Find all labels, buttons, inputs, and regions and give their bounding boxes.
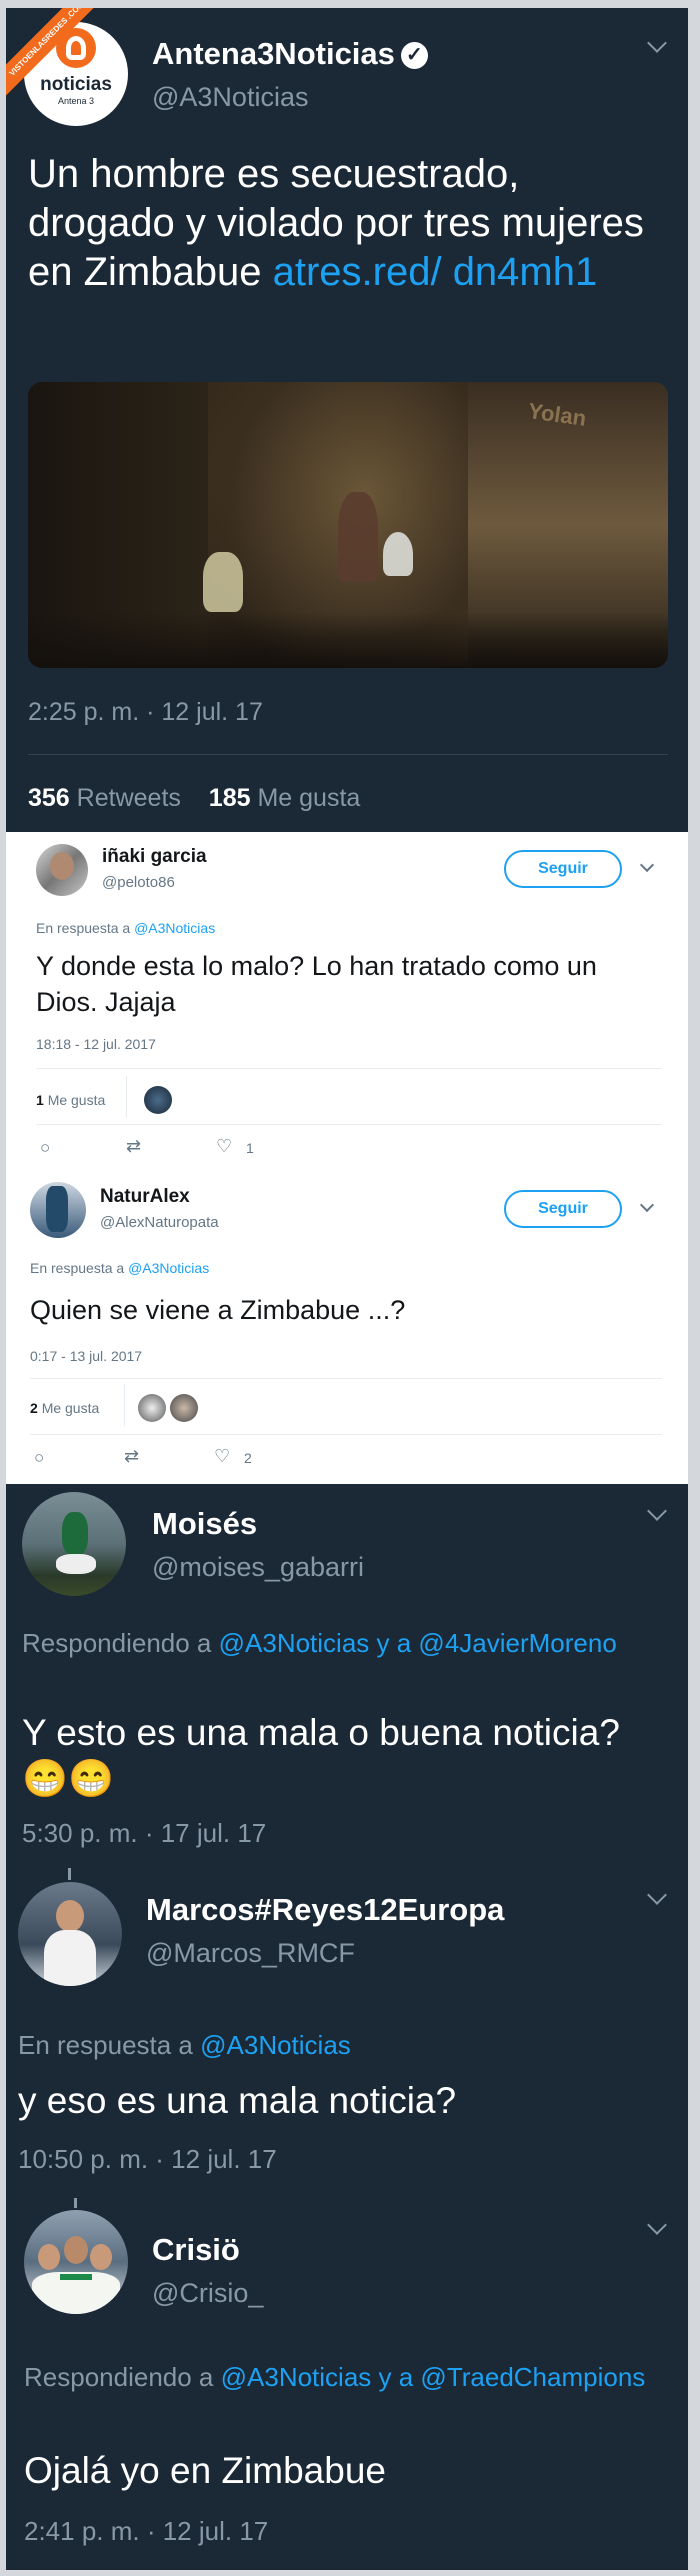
chevron-down-icon[interactable] bbox=[639, 1197, 655, 1213]
chevron-down-icon[interactable] bbox=[647, 33, 667, 53]
retweets-label[interactable]: Retweets bbox=[77, 784, 181, 812]
avatar-marcos[interactable] bbox=[18, 1882, 122, 1986]
liker-avatar[interactable] bbox=[144, 1086, 172, 1114]
avatar-inaki[interactable] bbox=[36, 844, 88, 896]
divider bbox=[36, 1068, 662, 1069]
reply4-name[interactable]: Marcos#Reyes12Europa bbox=[146, 1892, 504, 1928]
verified-icon: ✓ bbox=[400, 42, 428, 70]
tweet-timestamp[interactable]: 2:25 p. m. · 12 jul. 17 bbox=[28, 698, 263, 727]
tweet-link[interactable]: atres.red/ dn4mh1 bbox=[273, 250, 598, 294]
chevron-down-icon[interactable] bbox=[647, 1885, 667, 1905]
retweet-icon[interactable]: ⇄ bbox=[126, 1136, 141, 1157]
avatar-naturalex[interactable] bbox=[30, 1182, 86, 1238]
thread-line bbox=[68, 1868, 71, 1880]
likes-label[interactable]: Me gusta bbox=[257, 784, 360, 812]
retweet-icon[interactable]: ⇄ bbox=[124, 1446, 139, 1467]
reply3-text: Y esto es una mala o buena noticia? 😁😁 bbox=[22, 1712, 620, 1799]
reply2-text: Quien se viene a Zimbabue ...? bbox=[30, 1295, 406, 1325]
divider bbox=[28, 754, 668, 755]
reply2-name[interactable]: NaturAlex bbox=[100, 1186, 190, 1208]
reply2-like-count: 2 bbox=[244, 1450, 252, 1466]
follow-button[interactable]: Seguir bbox=[504, 850, 622, 888]
thread-line bbox=[74, 2198, 77, 2208]
follow-button[interactable]: Seguir bbox=[504, 1190, 622, 1228]
reply1-name[interactable]: iñaki garcia bbox=[102, 846, 207, 868]
reply5: Crisiö @Crisio_ Respondiendo a @A3Notici… bbox=[6, 2198, 688, 2570]
reply5-text: Ojalá yo en Zimbabue bbox=[24, 2450, 386, 2491]
like-icon[interactable]: ♡ bbox=[216, 1136, 232, 1157]
reply4-handle[interactable]: @Marcos_RMCF bbox=[146, 1938, 355, 1969]
avatar-sublabel: Antena 3 bbox=[57, 96, 95, 106]
engagement-stats: 356 Retweets 185 Me gusta bbox=[28, 784, 360, 813]
avatar-label: noticias bbox=[40, 74, 112, 95]
reply1-like-count: 1 bbox=[246, 1140, 254, 1156]
reply2-in-reply-to: En respuesta a @A3Noticias bbox=[30, 1260, 210, 1276]
reply1-handle[interactable]: @peloto86 bbox=[102, 874, 175, 891]
retweets-count[interactable]: 356 bbox=[28, 784, 70, 812]
reply1-likes[interactable]: 1 Me gusta bbox=[36, 1092, 105, 1108]
liker-avatar[interactable] bbox=[170, 1394, 198, 1422]
reply3-replying-to: Respondiendo a @A3Noticias y a @4JavierM… bbox=[22, 1628, 617, 1658]
reply4-text: y eso es una mala noticia? bbox=[18, 2080, 457, 2121]
likes-count[interactable]: 185 bbox=[209, 784, 251, 812]
reply1-text: Y donde esta lo malo? Lo han tratado com… bbox=[36, 951, 597, 1017]
divider bbox=[36, 1124, 662, 1125]
chevron-down-icon[interactable] bbox=[647, 2215, 667, 2235]
reply5-replying-to: Respondiendo a @A3Noticias y a @TraedCha… bbox=[24, 2362, 646, 2392]
reply3: Moisés @moises_gabarri Respondiendo a @A… bbox=[6, 1484, 688, 1858]
light-replies: iñaki garcia @peloto86 Seguir En respues… bbox=[6, 832, 688, 1484]
reply3-name[interactable]: Moisés bbox=[152, 1506, 257, 1542]
reply2-likes[interactable]: 2 Me gusta bbox=[30, 1400, 99, 1416]
divider bbox=[30, 1378, 662, 1379]
chevron-down-icon[interactable] bbox=[647, 1501, 667, 1521]
reply1-timestamp[interactable]: 18:18 - 12 jul. 2017 bbox=[36, 1036, 156, 1052]
reply3-handle[interactable]: @moises_gabarri bbox=[152, 1552, 364, 1583]
chevron-down-icon[interactable] bbox=[639, 857, 655, 873]
tweet-text: Un hombre es secuestrado, drogado y viol… bbox=[28, 152, 644, 294]
avatar-moises[interactable] bbox=[22, 1492, 126, 1596]
reply5-timestamp[interactable]: 2:41 p. m. · 12 jul. 17 bbox=[24, 2516, 268, 2547]
reply4-timestamp[interactable]: 10:50 p. m. · 12 jul. 17 bbox=[18, 2144, 277, 2175]
avatar-crisio[interactable] bbox=[24, 2210, 128, 2314]
author-handle[interactable]: @A3Noticias bbox=[152, 82, 308, 113]
reply1-in-reply-to: En respuesta a @A3Noticias bbox=[36, 920, 216, 936]
divider bbox=[30, 1434, 662, 1435]
author-name[interactable]: Antena3Noticias ✓ bbox=[152, 36, 428, 72]
reply-icon[interactable]: ○ bbox=[34, 1448, 44, 1468]
reply2-handle[interactable]: @AlexNaturopata bbox=[100, 1214, 219, 1231]
like-icon[interactable]: ♡ bbox=[214, 1446, 230, 1467]
reply5-handle[interactable]: @Crisio_ bbox=[152, 2278, 263, 2309]
liker-avatar[interactable] bbox=[138, 1394, 166, 1422]
media-image[interactable]: Yolan bbox=[28, 382, 668, 668]
screenshot-frame: noticias Antena 3 VISTOENLASREDES .COM A… bbox=[6, 8, 688, 2570]
reply5-name[interactable]: Crisiö bbox=[152, 2232, 240, 2268]
reply3-timestamp[interactable]: 5:30 p. m. · 17 jul. 17 bbox=[22, 1818, 266, 1849]
reply4: Marcos#Reyes12Europa @Marcos_RMCF En res… bbox=[6, 1868, 688, 2198]
reply4-in-reply-to: En respuesta a @A3Noticias bbox=[18, 2030, 351, 2060]
reply-icon[interactable]: ○ bbox=[40, 1138, 50, 1158]
main-tweet: noticias Antena 3 VISTOENLASREDES .COM A… bbox=[6, 8, 688, 832]
reply2-timestamp[interactable]: 0:17 - 13 jul. 2017 bbox=[30, 1348, 142, 1364]
like-separator bbox=[124, 1384, 125, 1426]
like-separator bbox=[126, 1076, 127, 1118]
